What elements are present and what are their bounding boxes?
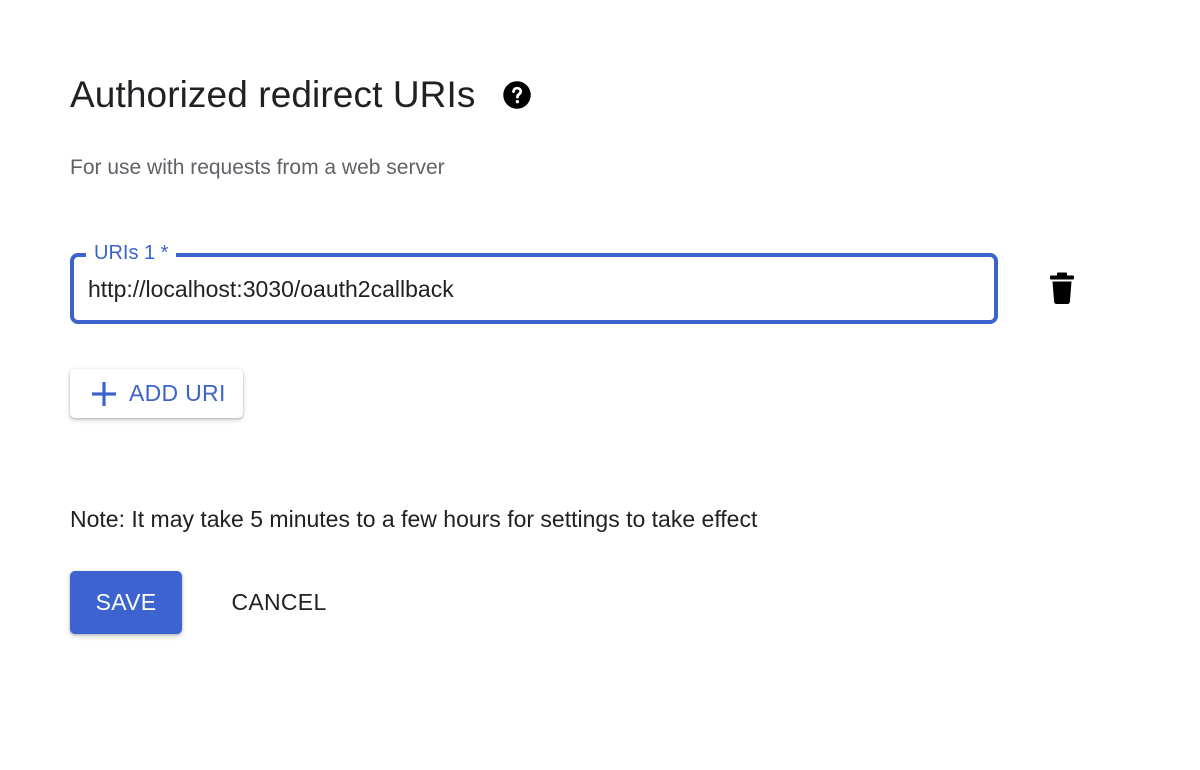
settings-note: Note: It may take 5 minutes to a few hou… [70, 506, 758, 532]
uri-field[interactable]: URIs 1 * [70, 240, 998, 324]
section-subtitle: For use with requests from a web server [70, 156, 445, 179]
save-button[interactable]: SAVE [70, 571, 182, 634]
plus-icon [90, 380, 118, 408]
redirect-uris-panel: Authorized redirect URIs For use with re… [0, 0, 1200, 770]
help-circle-icon[interactable] [502, 80, 532, 110]
uri-field-label: URIs 1 * [86, 240, 177, 266]
cancel-button[interactable]: CANCEL [212, 571, 346, 634]
add-uri-button[interactable]: ADD URI [70, 369, 243, 418]
section-header: Authorized redirect URIs [70, 72, 532, 118]
uri-input[interactable] [88, 271, 968, 307]
trash-icon[interactable] [1048, 272, 1076, 304]
section-title: Authorized redirect URIs [70, 74, 476, 115]
add-uri-label: ADD URI [129, 380, 226, 406]
